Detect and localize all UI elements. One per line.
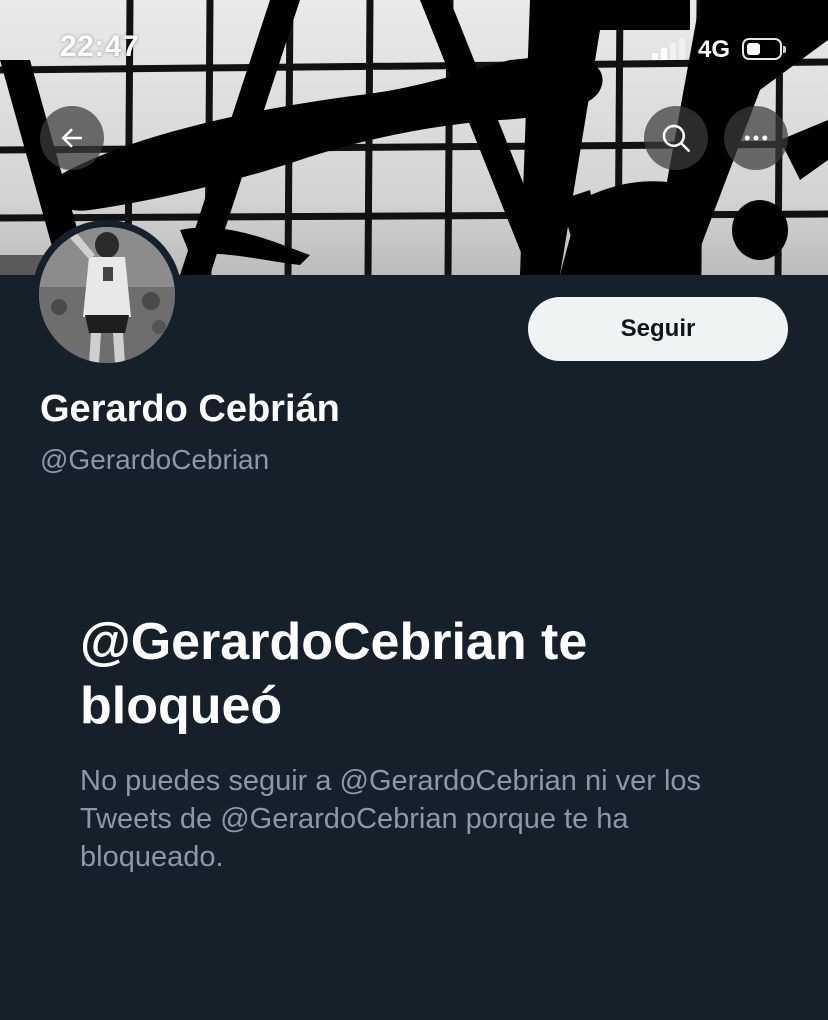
arrow-left-icon bbox=[61, 128, 82, 148]
search-button[interactable] bbox=[644, 106, 708, 170]
avatar-image bbox=[39, 227, 175, 363]
network-type: 4G bbox=[698, 36, 731, 63]
more-horizontal-icon bbox=[744, 135, 768, 141]
avatar[interactable] bbox=[32, 220, 182, 370]
follow-button[interactable]: Seguir bbox=[528, 297, 788, 361]
profile-display-name: Gerardo Cebrián bbox=[40, 388, 340, 430]
search-icon bbox=[662, 124, 691, 153]
status-time: 22:47 bbox=[60, 30, 140, 63]
blocked-description: No puedes seguir a @GerardoCebrian ni ve… bbox=[80, 765, 702, 873]
profile-handle: @GerardoCebrian bbox=[40, 444, 270, 475]
cellular-signal-icon bbox=[652, 38, 688, 60]
battery-icon bbox=[742, 38, 786, 60]
profile-screen: 22:47 4G Seguir Gerardo Cebrián @Gerardo… bbox=[0, 0, 828, 1020]
more-options-button[interactable] bbox=[724, 106, 788, 170]
blocked-title: @GerardoCebrian te bloqueó bbox=[80, 613, 588, 735]
back-button[interactable] bbox=[40, 106, 104, 170]
